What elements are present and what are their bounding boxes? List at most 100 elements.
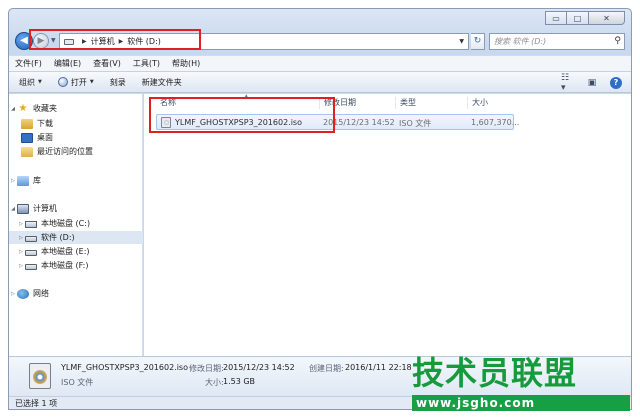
collapse-triangle-icon[interactable]: ▷ (9, 291, 17, 297)
view-controls: ☷ ▾ ▣ ? (551, 73, 623, 93)
details-size-value: 1.53 GB (223, 377, 256, 386)
address-bar[interactable]: ▶ 计算机 ▶ 软件 (D:) ▼ (59, 33, 469, 50)
sort-ascending-icon: ▲ (244, 93, 249, 100)
refresh-icon: ↻ (473, 36, 482, 46)
chevron-right-icon[interactable]: ▶ (119, 38, 124, 45)
burn-button[interactable]: 刻录 (110, 77, 126, 88)
refresh-button[interactable]: ↻ (471, 33, 485, 50)
menu-edit[interactable]: 编辑(E) (54, 58, 81, 69)
nav-drive-f[interactable]: ▷ 本地磁盘 (F:) (9, 259, 143, 272)
nav-drive-c[interactable]: ▷ 本地磁盘 (C:) (9, 217, 143, 230)
details-file-type: ISO 文件 (61, 378, 94, 387)
nav-drive-f-label: 本地磁盘 (F:) (41, 261, 89, 270)
details-file-name: YLMF_GHOSTXPSP3_201602.iso (61, 363, 188, 372)
view-options-icon[interactable]: ☷ ▾ (561, 73, 575, 93)
nav-favorites-label: 收藏夹 (33, 104, 57, 113)
column-header-type[interactable]: 类型 (396, 97, 468, 109)
address-row: ◀ ▶ ▼ ▶ 计算机 ▶ 软件 (D:) ▼ ↻ 搜索 软件 (D:) ⚲ (13, 31, 627, 53)
new-folder-button[interactable]: 新建文件夹 (142, 77, 182, 88)
collapse-triangle-icon[interactable]: ▷ (17, 249, 25, 255)
breadcrumb-computer[interactable]: 计算机 (91, 36, 115, 47)
maximize-icon: □ (573, 13, 582, 23)
chevron-right-icon[interactable]: ▶ (82, 38, 87, 45)
chevron-down-icon: ▼ (38, 79, 42, 85)
address-dropdown-icon[interactable]: ▼ (459, 38, 464, 45)
preview-pane-icon[interactable]: ▣ (585, 76, 599, 89)
forward-button[interactable]: ▶ (33, 33, 49, 49)
close-button[interactable]: ✕ (589, 11, 625, 25)
collapse-triangle-icon[interactable]: ▷ (17, 235, 25, 241)
column-type-label: 类型 (400, 98, 416, 107)
file-row[interactable]: YLMF_GHOSTXPSP3_201602.iso 2015/12/23 14… (156, 114, 519, 130)
menu-file[interactable]: 文件(F) (15, 58, 42, 69)
expand-triangle-icon[interactable]: ◢ (9, 206, 17, 212)
details-size-label: 大小: (205, 378, 224, 387)
nav-drive-d-label: 软件 (D:) (41, 233, 75, 242)
menu-tools[interactable]: 工具(T) (133, 58, 160, 69)
expand-triangle-icon[interactable]: ◢ (9, 106, 17, 112)
column-header-name[interactable]: 名称 ▲ (156, 93, 320, 109)
open-button[interactable]: 打开 ▼ (57, 77, 94, 88)
minimize-button[interactable]: ▭ (545, 11, 567, 25)
details-created-label: 创建日期: (309, 364, 344, 373)
nav-desktop[interactable]: 桌面 (9, 131, 143, 144)
help-button[interactable]: ? (609, 76, 623, 89)
iso-file-large-icon (29, 363, 51, 389)
menu-view[interactable]: 查看(V) (93, 58, 121, 69)
nav-network[interactable]: ▷ 网络 (9, 287, 143, 300)
details-created-value: 2016/1/11 22:18 (345, 363, 412, 372)
column-size-label: 大小 (472, 98, 488, 107)
maximize-button[interactable]: □ (567, 11, 589, 25)
watermark-title: 技术员联盟 (412, 354, 578, 392)
nav-downloads[interactable]: 下载 (9, 117, 143, 130)
search-icon[interactable]: ⚲ (614, 34, 621, 49)
explorer-window: ▭ □ ✕ ◀ ▶ ▼ ▶ 计算机 ▶ 软件 (D:) ▼ ↻ 搜索 软件 (D… (8, 8, 632, 410)
back-arrow-icon: ◀ (20, 35, 28, 46)
breadcrumb-drive-d[interactable]: 软件 (D:) (127, 36, 161, 47)
star-icon: ★ (18, 102, 28, 114)
network-icon (17, 288, 29, 299)
collapse-triangle-icon[interactable]: ▷ (17, 263, 25, 269)
new-folder-label: 新建文件夹 (141, 77, 182, 87)
search-placeholder: 搜索 软件 (D:) (494, 37, 547, 46)
nav-drive-d[interactable]: ▷ 软件 (D:) (9, 231, 143, 244)
drive-icon (25, 235, 37, 242)
open-label: 打开 (70, 77, 87, 87)
system-drive-icon (25, 221, 37, 228)
nav-desktop-label: 桌面 (37, 133, 53, 142)
nav-libraries-label: 库 (33, 176, 41, 185)
nav-computer[interactable]: ◢ 计算机 (9, 202, 143, 215)
recent-pages-dropdown-icon[interactable]: ▼ (51, 37, 56, 44)
iso-file-icon (161, 117, 171, 128)
burn-label: 刻录 (109, 77, 126, 87)
watermark-url: www.jsgho.com (412, 395, 630, 411)
collapse-triangle-icon[interactable]: ▷ (17, 221, 25, 227)
organize-button[interactable]: 组织 ▼ (19, 77, 42, 88)
status-selected-count: 已选择 1 项 (15, 399, 58, 408)
search-input[interactable]: 搜索 软件 (D:) ⚲ (489, 33, 625, 50)
nav-computer-label: 计算机 (33, 204, 57, 213)
column-modified-label: 修改日期 (324, 98, 356, 107)
collapse-triangle-icon[interactable]: ▷ (9, 178, 17, 184)
nav-downloads-label: 下载 (37, 119, 53, 128)
menu-help[interactable]: 帮助(H) (172, 58, 200, 69)
drive-icon (25, 249, 37, 256)
menu-bar: 文件(F) 编辑(E) 查看(V) 工具(T) 帮助(H) (9, 55, 631, 71)
computer-icon (17, 203, 29, 214)
column-header-size[interactable]: 大小 (468, 97, 516, 109)
nav-favorites[interactable]: ◢ ★ 收藏夹 (9, 102, 143, 115)
nav-libraries[interactable]: ▷ 库 (9, 174, 143, 187)
library-icon (17, 175, 29, 186)
file-name: YLMF_GHOSTXPSP3_201602.iso (175, 118, 302, 127)
open-icon (57, 77, 68, 87)
window-caption-buttons: ▭ □ ✕ (545, 11, 625, 25)
desktop-icon (21, 132, 33, 143)
minimize-icon: ▭ (552, 13, 560, 23)
chevron-down-icon: ▼ (89, 79, 94, 85)
drive-icon (25, 263, 37, 270)
details-modified-label: 修改日期: (189, 364, 224, 373)
nav-drive-e[interactable]: ▷ 本地磁盘 (E:) (9, 245, 143, 258)
column-header-modified[interactable]: 修改日期 (320, 97, 396, 109)
nav-recent[interactable]: 最近访问的位置 (9, 145, 143, 158)
back-button[interactable]: ◀ (15, 32, 33, 50)
